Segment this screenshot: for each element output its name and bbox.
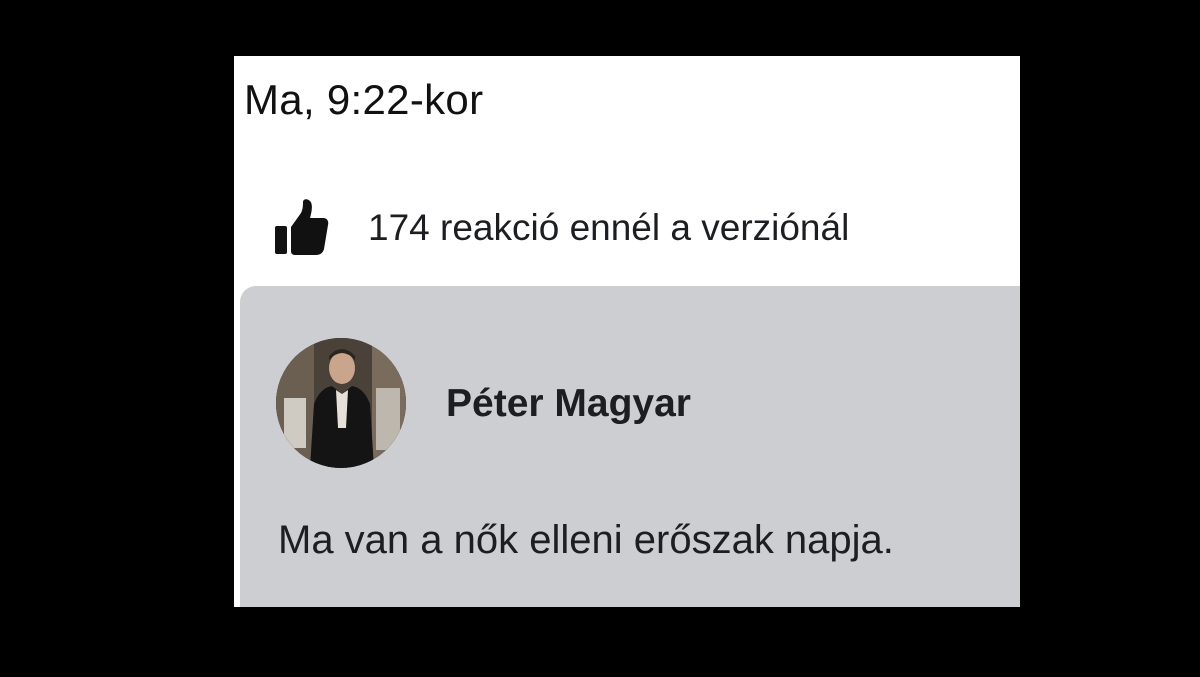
thumbs-up-icon <box>272 198 330 258</box>
screenshot-frame: Ma, 9:22-kor 174 reakció ennél a verzión… <box>0 0 1200 677</box>
post-text: Ma van a nők elleni erőszak napja. <box>278 518 894 562</box>
version-timestamp: Ma, 9:22-kor <box>244 76 484 123</box>
edit-history-panel: Ma, 9:22-kor 174 reakció ennél a verzión… <box>234 56 1020 607</box>
author-avatar[interactable] <box>276 338 406 468</box>
reaction-count-text[interactable]: 174 reakció ennél a verziónál <box>368 207 849 249</box>
post-preview-card: Péter Magyar Ma van a nők elleni erőszak… <box>240 286 1020 607</box>
author-name[interactable]: Péter Magyar <box>446 382 691 426</box>
reaction-summary[interactable]: 174 reakció ennél a verziónál <box>272 198 849 258</box>
